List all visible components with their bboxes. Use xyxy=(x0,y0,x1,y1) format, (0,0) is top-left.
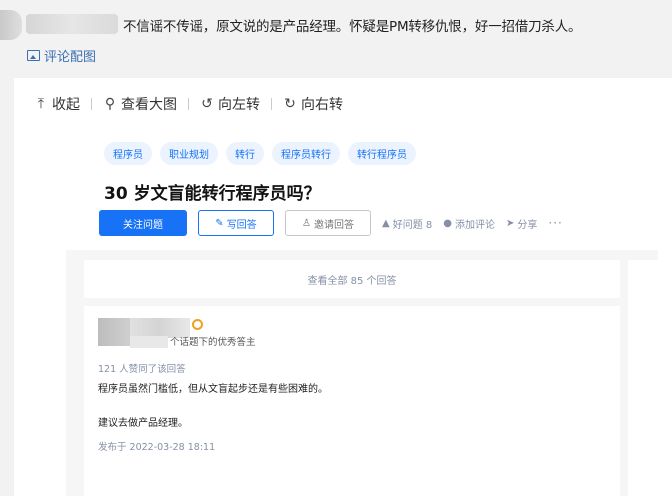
answer-publish-date: 发布于 2022-03-28 18:11 xyxy=(98,442,216,453)
side-card xyxy=(628,260,658,496)
add-comment-link: ● 添加评论 xyxy=(443,217,495,231)
comment-text: 不信谣不传谣，原文说的是产品经理。怀疑是PM转移仇恨，好一招借刀杀人。 xyxy=(123,19,582,35)
collapse-button[interactable]: ⤒ 收起 xyxy=(34,94,80,114)
agree-count: 121 人赞同了该回答 xyxy=(98,364,186,375)
image-viewer: ⤒ 收起 ⚲ 查看大图 ↺ 向左转 ↻ 向右转 程序员 职业规划 转行 程序员转… xyxy=(14,78,672,496)
topic-tag: 转行 xyxy=(226,142,264,165)
thumb-up-icon: ▲ xyxy=(382,217,390,229)
toolbar-divider xyxy=(188,98,189,110)
comment-bubble-icon: ● xyxy=(443,217,452,229)
rotate-right-icon: ↻ xyxy=(284,96,296,112)
write-answer-button: ✎ 写回答 xyxy=(198,210,274,236)
toolbar-divider xyxy=(271,98,272,110)
commenter-avatar[interactable] xyxy=(0,10,22,40)
answer-author-avatar xyxy=(98,318,130,346)
paper-plane-icon: ➤ xyxy=(505,217,515,229)
rotate-left-icon: ↺ xyxy=(201,96,213,112)
view-all-answers-bar: 查看全部 85 个回答 xyxy=(84,260,620,298)
user-plus-icon: ♙ xyxy=(302,217,311,229)
rotate-left-button[interactable]: ↺ 向左转 xyxy=(200,94,260,114)
toolbar-divider xyxy=(91,98,92,110)
question-actions: 关注问题 ✎ 写回答 ♙ 邀请回答 ▲ 好问题 8 ● 添加评论 ➤ 分享 ··… xyxy=(99,210,563,236)
comment-image-link[interactable]: 评论配图 xyxy=(27,46,96,65)
question-header: 程序员 职业规划 转行 程序员转行 转行程序员 30 岁文盲能转行程序员吗？ 关… xyxy=(66,126,658,250)
question-title: 30 岁文盲能转行程序员吗？ xyxy=(104,184,321,204)
topic-tag: 程序员转行 xyxy=(272,142,340,165)
good-question-link: ▲ 好问题 8 xyxy=(382,217,433,231)
answer-paragraph: 建议去做产品经理。 xyxy=(98,418,188,429)
answer-author-description: 个话题下的优秀答主 xyxy=(170,337,256,348)
topic-tags: 程序员 职业规划 转行 程序员转行 转行程序员 xyxy=(104,142,416,165)
rotate-right-button[interactable]: ↻ 向右转 xyxy=(283,94,343,114)
comment-image-link-label: 评论配图 xyxy=(44,50,97,65)
pencil-icon: ✎ xyxy=(215,217,224,229)
image-toolbar: ⤒ 收起 ⚲ 查看大图 ↺ 向左转 ↻ 向右转 xyxy=(34,93,343,115)
attached-screenshot[interactable]: 程序员 职业规划 转行 程序员转行 转行程序员 30 岁文盲能转行程序员吗？ 关… xyxy=(66,126,658,496)
more-icon: ··· xyxy=(548,216,563,230)
topic-tag: 转行程序员 xyxy=(348,142,416,165)
magnifier-icon: ⚲ xyxy=(104,96,116,112)
topic-tag: 职业规划 xyxy=(160,142,218,165)
view-large-button[interactable]: ⚲ 查看大图 xyxy=(103,94,177,114)
topic-tag: 程序员 xyxy=(104,142,152,165)
commenter-name-redacted[interactable] xyxy=(26,14,118,34)
upload-arrow-icon: ⤒ xyxy=(37,96,45,112)
excellent-answerer-badge-icon xyxy=(192,319,203,330)
answer-paragraph: 程序员虽然门槛低，但从文盲起步还是有些困难的。 xyxy=(98,384,328,395)
comment-row: 不信谣不传谣，原文说的是产品经理。怀疑是PM转移仇恨，好一招借刀杀人。 xyxy=(0,6,672,42)
share-link: ➤ 分享 xyxy=(505,217,538,231)
invite-answer-button: ♙ 邀请回答 xyxy=(285,210,371,236)
image-icon xyxy=(27,50,40,61)
author-topic-redacted xyxy=(130,336,168,348)
answer-card: 个话题下的优秀答主 121 人赞同了该回答 程序员虽然门槛低，但从文盲起步还是有… xyxy=(84,306,620,496)
follow-question-button: 关注问题 xyxy=(99,210,187,236)
